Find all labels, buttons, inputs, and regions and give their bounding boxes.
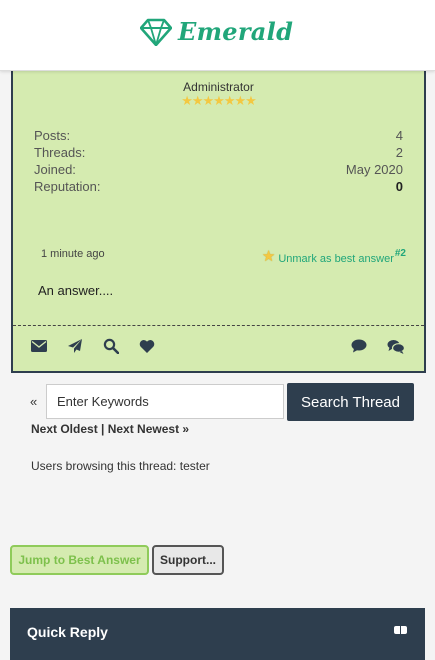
prev-thread-arrow[interactable]: « [30, 394, 37, 409]
stat-value: 4 [395, 128, 403, 143]
post-actions [13, 337, 424, 357]
users-browsing: Users browsing this thread: tester [31, 459, 210, 473]
thread-navigation[interactable]: Next Oldest | Next Newest » [31, 422, 189, 436]
site-logo[interactable]: Emerald [140, 17, 293, 46]
stat-label: Joined: [34, 162, 76, 177]
search-input[interactable] [46, 384, 284, 419]
post-card: Administrator ★★★★★★★ Posts: 4 Threads: … [11, 60, 426, 373]
stat-label: Posts: [34, 128, 71, 143]
quick-reply-title: Quick Reply [27, 624, 108, 640]
brand-name: Emerald [178, 17, 294, 46]
search-thread-button[interactable]: Search Thread [287, 383, 414, 421]
divider [13, 325, 424, 326]
top-bar: Emerald [0, 0, 435, 71]
stat-reputation: Reputation: 0 [34, 179, 403, 195]
paper-plane-icon[interactable] [66, 337, 84, 355]
stat-label: Reputation: [34, 179, 101, 194]
star-icon: ★ [261, 248, 276, 265]
stat-posts: Posts: 4 [34, 128, 403, 144]
stat-threads: Threads: 2 [34, 145, 403, 161]
comments-icon[interactable] [387, 337, 405, 355]
quick-reply-header[interactable]: Quick Reply [10, 608, 425, 660]
stat-label: Threads: [34, 145, 86, 160]
stat-value: 2 [395, 145, 403, 160]
jump-to-best-answer-button[interactable]: Jump to Best Answer [10, 545, 149, 575]
stat-value[interactable]: 0 [396, 179, 403, 194]
thread-search: « Search Thread [0, 383, 435, 421]
envelope-icon[interactable] [30, 337, 48, 355]
stat-joined: Joined: May 2020 [34, 162, 403, 178]
heart-icon[interactable] [138, 337, 156, 355]
emerald-gem-icon [140, 18, 172, 46]
collapse-toggle-icon[interactable] [394, 626, 407, 634]
post-time: 1 minute ago [41, 248, 105, 260]
post-body: An answer.... [38, 283, 114, 298]
post-number-link[interactable]: #2 [395, 248, 406, 259]
user-role: Administrator [183, 80, 254, 94]
support-button[interactable]: Support... [152, 545, 224, 575]
stat-value: May 2020 [345, 162, 403, 177]
search-icon[interactable] [102, 337, 120, 355]
unmark-best-answer[interactable]: ★ Unmark as best answer #2 [262, 247, 406, 265]
comment-icon[interactable] [350, 337, 368, 355]
user-stars: ★★★★★★★ [181, 93, 257, 108]
unmark-label[interactable]: Unmark as best answer [278, 253, 394, 265]
